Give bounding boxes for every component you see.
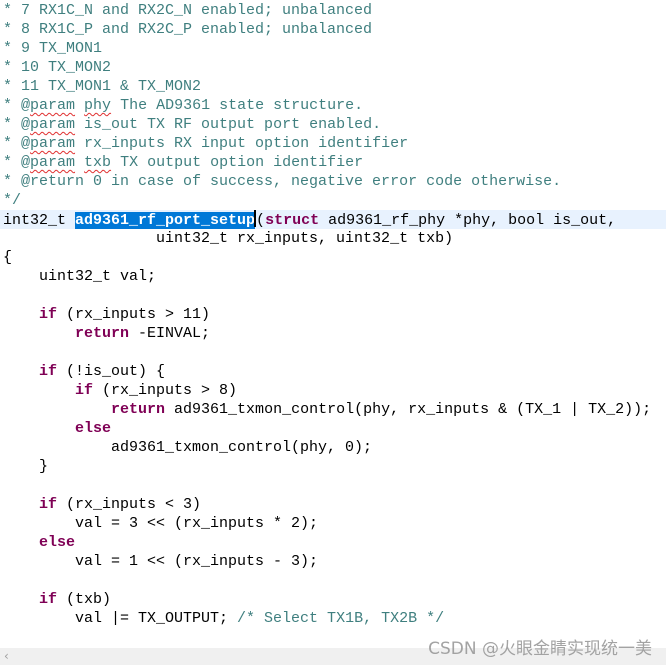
misspelled-word: param <box>30 154 76 171</box>
code-line[interactable]: return -EINVAL; <box>0 324 666 343</box>
code-text: (rx_inputs < 3) <box>57 496 202 513</box>
chevron-left-icon[interactable]: ‹ <box>4 648 9 665</box>
code-line[interactable]: if (rx_inputs > 8) <box>0 381 666 400</box>
code-line[interactable]: * 11 TX_MON1 & TX_MON2 <box>0 77 666 96</box>
code-line[interactable]: * @param phy The AD9361 state structure. <box>0 96 666 115</box>
code-text: val |= TX_OUTPUT; <box>3 610 238 627</box>
code-text: (!is_out) { <box>57 363 166 380</box>
comment-text: * @ <box>3 116 31 133</box>
code-text: (rx_inputs > 11) <box>57 306 211 323</box>
code-line[interactable]: * @return 0 in case of success, negative… <box>0 172 666 191</box>
comment-text <box>75 154 84 171</box>
comment-text: is_out TX RF output port enabled. <box>75 116 382 133</box>
keyword: else <box>75 420 112 437</box>
keyword: if <box>39 591 58 608</box>
code-text: val = 1 << (rx_inputs - 3); <box>3 553 319 570</box>
misspelled-word: param <box>30 97 76 114</box>
comment-text: */ <box>3 192 22 209</box>
comment-text: rx_inputs RX input option identifier <box>75 135 409 152</box>
keyword: if <box>39 363 58 380</box>
comment-text: TX output option identifier <box>111 154 364 171</box>
watermark: CSDN @火眼金睛实现统一美 <box>428 639 652 659</box>
code-line[interactable]: * 8 RX1C_P and RX2C_P enabled; unbalance… <box>0 20 666 39</box>
keyword: if <box>75 382 94 399</box>
comment-text: * 9 TX_MON1 <box>3 40 103 57</box>
code-line[interactable]: * 9 TX_MON1 <box>0 39 666 58</box>
code-text: ad9361_txmon_control(phy, 0); <box>3 439 373 456</box>
keyword: if <box>39 306 58 323</box>
comment-text: * 10 TX_MON2 <box>3 59 112 76</box>
code-line[interactable]: * 10 TX_MON2 <box>0 58 666 77</box>
code-line[interactable]: val = 3 << (rx_inputs * 2); <box>0 514 666 533</box>
comment-text: * 7 RX1C_N and RX2C_N enabled; unbalance… <box>3 2 373 19</box>
code-text: int32_t <box>3 212 76 229</box>
code-line[interactable]: int32_t ad9361_rf_port_setup(struct ad93… <box>0 210 666 229</box>
comment-text: * @ <box>3 135 31 152</box>
keyword: return <box>75 325 130 342</box>
comment-text: The AD9361 state structure. <box>111 97 364 114</box>
comment-text: * 11 TX_MON1 & TX_MON2 <box>3 78 202 95</box>
code-editor[interactable]: * 7 RX1C_N and RX2C_N enabled; unbalance… <box>0 1 666 628</box>
keyword: if <box>39 496 58 513</box>
code-text: (rx_inputs > 8) <box>93 382 238 399</box>
code-line[interactable]: else <box>0 419 666 438</box>
comment-text: * @ <box>3 154 31 171</box>
code-text: uint32_t val; <box>3 268 157 285</box>
code-line[interactable]: return ad9361_txmon_control(phy, rx_inpu… <box>0 400 666 419</box>
code-line[interactable]: ad9361_txmon_control(phy, 0); <box>0 438 666 457</box>
code-line[interactable]: * @param is_out TX RF output port enable… <box>0 115 666 134</box>
code-line[interactable]: } <box>0 457 666 476</box>
code-text: ( <box>256 212 266 229</box>
code-line[interactable]: if (!is_out) { <box>0 362 666 381</box>
comment-text: * @ <box>3 97 31 114</box>
code-text: ad9361_rf_phy *phy, bool is_out, <box>319 212 617 229</box>
code-line[interactable]: val = 1 << (rx_inputs - 3); <box>0 552 666 571</box>
code-line[interactable] <box>0 343 666 362</box>
code-text: val = 3 << (rx_inputs * 2); <box>3 515 319 532</box>
code-line[interactable]: uint32_t rx_inputs, uint32_t txb) <box>0 229 666 248</box>
code-line[interactable] <box>0 286 666 305</box>
code-line[interactable]: * 7 RX1C_N and RX2C_N enabled; unbalance… <box>0 1 666 20</box>
code-text: (txb) <box>57 591 112 608</box>
comment-text: /* Select TX1B, TX2B */ <box>237 610 445 627</box>
code-text: ad9361_txmon_control(phy, rx_inputs & (T… <box>165 401 652 418</box>
misspelled-word: param <box>30 116 76 133</box>
code-line[interactable]: * @param rx_inputs RX input option ident… <box>0 134 666 153</box>
code-line[interactable]: if (rx_inputs < 3) <box>0 495 666 514</box>
code-line[interactable]: uint32_t val; <box>0 267 666 286</box>
keyword: struct <box>265 212 320 229</box>
comment-text: * @return 0 in case of success, negative… <box>3 173 562 190</box>
code-text: } <box>3 458 49 475</box>
comment-text <box>75 97 84 114</box>
selected-text: ad9361_rf_port_setup <box>75 212 256 229</box>
code-text: uint32_t rx_inputs, uint32_t txb) <box>3 230 454 247</box>
misspelled-word: phy <box>84 97 112 114</box>
code-line[interactable]: if (txb) <box>0 590 666 609</box>
comment-text: * 8 RX1C_P and RX2C_P enabled; unbalance… <box>3 21 373 38</box>
code-line[interactable] <box>0 571 666 590</box>
misspelled-word: param <box>30 135 76 152</box>
keyword: else <box>39 534 76 551</box>
keyword: return <box>111 401 166 418</box>
code-text: -EINVAL; <box>129 325 211 342</box>
code-line[interactable]: if (rx_inputs > 11) <box>0 305 666 324</box>
code-line[interactable]: { <box>0 248 666 267</box>
code-line[interactable] <box>0 476 666 495</box>
code-text: { <box>3 249 13 266</box>
code-line[interactable]: * @param txb TX output option identifier <box>0 153 666 172</box>
code-line[interactable]: */ <box>0 191 666 210</box>
code-line[interactable]: else <box>0 533 666 552</box>
code-line[interactable]: val |= TX_OUTPUT; /* Select TX1B, TX2B *… <box>0 609 666 628</box>
misspelled-word: txb <box>84 154 112 171</box>
